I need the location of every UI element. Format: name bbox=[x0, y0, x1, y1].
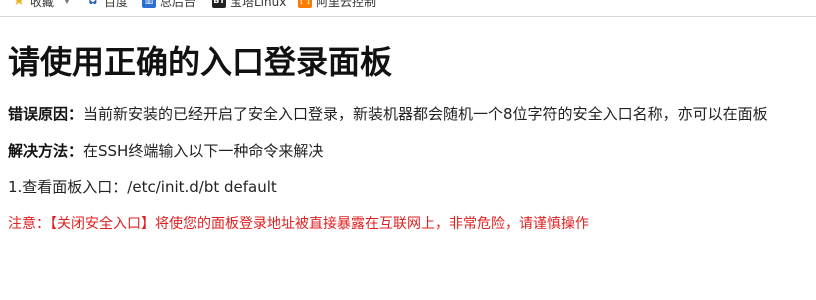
bookmark-favorites[interactable]: ★ 收藏 ▼ bbox=[12, 0, 74, 10]
aliyun-logo-icon: [ ] bbox=[298, 0, 312, 8]
warning-line: 注意：【关闭安全入口】将使您的面板登录地址被直接暴露在互联网上，非常危险，请谨慎… bbox=[8, 216, 589, 232]
baidu-paw-icon: ✿ bbox=[87, 0, 99, 8]
solution-label: 解决方法： bbox=[8, 142, 84, 160]
error-reason-label: 错误原因： bbox=[8, 105, 84, 123]
page-title: 请使用正确的入口登录面板 bbox=[8, 43, 393, 81]
error-reason-text: 当前新安装的已经开启了安全入口登录，新装机器都会随机一个8位字符的安全入口名称，… bbox=[83, 105, 768, 123]
bookmark-aliyun-label: 阿里云控制 bbox=[316, 0, 377, 9]
bookmark-aliyun[interactable]: [ ] 阿里云控制 bbox=[298, 0, 376, 10]
bookmark-bt-label: 宝塔Linux bbox=[230, 0, 287, 9]
bookmark-favorites-label: 收藏 bbox=[30, 0, 55, 9]
bookmark-baidu-label: 百度 bbox=[104, 0, 129, 9]
solution-text: 在SSH终端输入以下一种命令来解决 bbox=[83, 142, 324, 160]
bookmark-baidu[interactable]: ✿ 百度 bbox=[86, 0, 128, 10]
solution-line: 解决方法：在SSH终端输入以下一种命令来解决 bbox=[8, 140, 323, 162]
admin-chart-icon: ▥ bbox=[142, 0, 156, 8]
star-icon: ★ bbox=[12, 0, 26, 9]
bookmark-bt-linux[interactable]: BT 宝塔Linux bbox=[212, 0, 286, 10]
chevron-down-icon[interactable]: ▼ bbox=[60, 0, 74, 8]
bookmark-admin-label: 总后台 bbox=[160, 0, 197, 9]
bt-logo-icon: BT bbox=[212, 0, 226, 8]
step-1-line: 1.查看面板入口：/etc/init.d/bt default bbox=[8, 178, 277, 196]
bookmarks-bar: ★ 收藏 ▼ ✿ 百度 ▥ 总后台 BT 宝塔Linux [ ] 阿里云控制 bbox=[0, 0, 816, 17]
error-reason-line: 错误原因：当前新安装的已经开启了安全入口登录，新装机器都会随机一个8位字符的安全… bbox=[8, 103, 768, 125]
bookmark-admin[interactable]: ▥ 总后台 bbox=[142, 0, 196, 10]
